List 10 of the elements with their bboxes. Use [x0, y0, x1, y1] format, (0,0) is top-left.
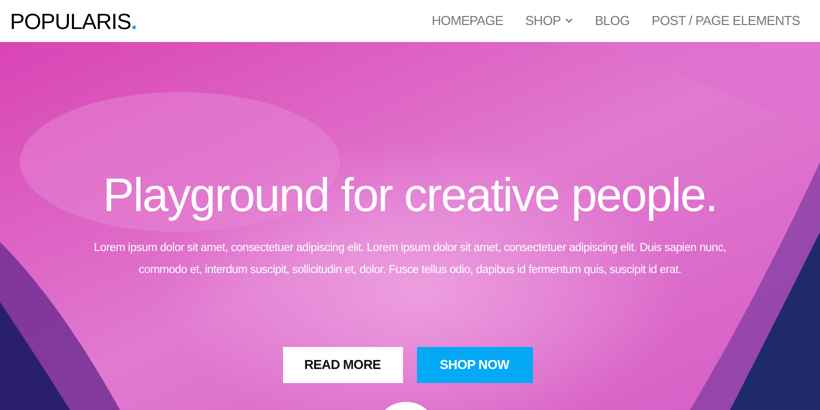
- nav-link[interactable]: POST / PAGE ELEMENTS: [652, 11, 800, 31]
- nav-link[interactable]: BLOG: [594, 11, 630, 31]
- site-logo[interactable]: POPULARIS.: [10, 4, 137, 38]
- hero-title: Playground for creative people.: [102, 167, 718, 223]
- chevron-down-icon: [564, 18, 573, 24]
- nav-link[interactable]: HOMEPAGE: [432, 11, 504, 31]
- nav-link[interactable]: SHOP: [525, 11, 573, 31]
- hero-text: Lorem ipsum dolor sit amet, consectetuer adipiscing elit. Lorem ipsum dolor sit amet, consectetuer adipiscing elit. Duis sapien nunc, commodo et, interdum suscipit, sollicitudin et, dolor. Fusce tellus odio, dapibus id fermentum quis, suscipit id erat.: [92, 241, 728, 278]
- shop-button[interactable]: SHOP NOW: [416, 347, 532, 383]
- read-more-button[interactable]: READ MORE: [282, 347, 402, 383]
